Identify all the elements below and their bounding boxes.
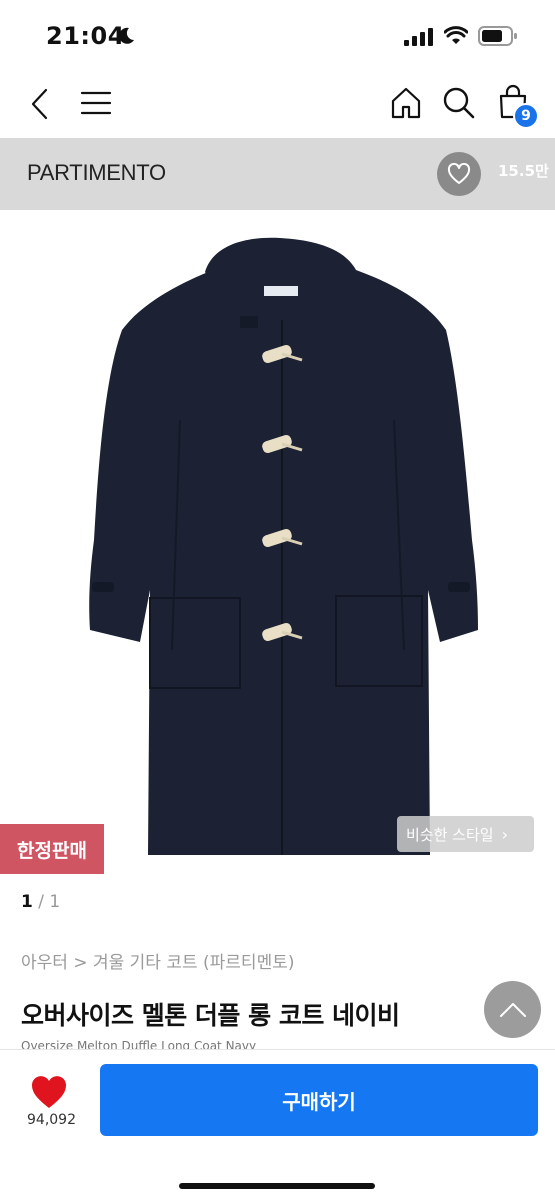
signal-icon <box>404 28 433 46</box>
wifi-icon <box>444 26 468 44</box>
similar-style-label: 비슷한 스타일 <box>406 825 494 844</box>
buy-button[interactable]: 구매하기 <box>100 1064 538 1136</box>
home-indicator <box>179 1183 375 1189</box>
status-time: 21:04 <box>46 22 125 50</box>
home-icon[interactable] <box>390 86 422 120</box>
product-image[interactable] <box>0 210 555 870</box>
similar-style-button[interactable]: 비슷한 스타일 › <box>397 816 534 852</box>
search-icon[interactable] <box>442 86 476 120</box>
coat-image <box>89 237 478 855</box>
navigation-bar <box>0 72 555 138</box>
chevron-up-icon <box>499 1002 526 1017</box>
battery-icon <box>478 26 517 46</box>
chevron-right-icon: › <box>501 824 508 844</box>
cart-count-badge: 9 <box>513 103 539 129</box>
wish-count: 94,092 <box>27 1112 76 1128</box>
image-pager: 1 / 1 <box>21 892 60 912</box>
back-icon[interactable] <box>28 88 52 120</box>
pager-total: / 1 <box>38 892 61 912</box>
heart-icon[interactable] <box>28 1072 70 1112</box>
menu-icon[interactable] <box>80 90 112 116</box>
brand-like-count: 15.5만 <box>498 162 549 180</box>
breadcrumb[interactable]: 아우터 > 겨울 기타 코트 (파르티멘토) <box>21 948 295 973</box>
moon-icon <box>119 27 134 44</box>
status-bar: 21:04 <box>0 0 555 72</box>
heart-outline-icon <box>447 163 471 184</box>
pager-current: 1 <box>21 892 33 912</box>
scroll-top-button[interactable] <box>484 981 541 1038</box>
limited-sale-badge: 한정판매 <box>0 824 104 874</box>
product-subtitle: Oversize Melton Duffle Long Coat Navy <box>21 1040 257 1049</box>
product-title: 오버사이즈 멜톤 더플 롱 코트 네이비 <box>21 1001 400 1030</box>
brand-name[interactable]: PARTIMENTO <box>27 160 166 186</box>
brand-like-button[interactable] <box>437 152 481 196</box>
